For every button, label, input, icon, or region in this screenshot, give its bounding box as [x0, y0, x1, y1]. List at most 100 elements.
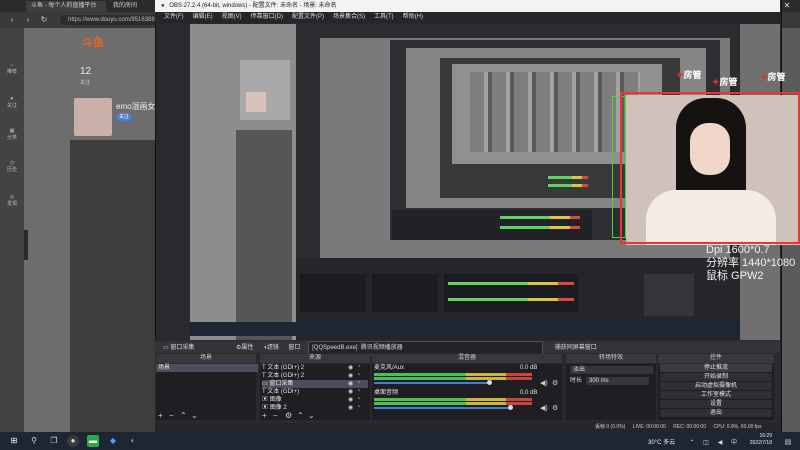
network-icon[interactable]: ◫ — [700, 437, 712, 449]
page-scroll-handle[interactable] — [24, 230, 28, 260]
browser-tab-douyu[interactable]: 斗鱼 - 每个人的直播平台 — [26, 1, 106, 12]
site-logo[interactable]: 斗鱼 — [82, 34, 104, 50]
properties-label: 属性 — [241, 345, 254, 351]
follow-count: 12 — [80, 66, 92, 77]
audio-meter-yellow — [466, 402, 506, 405]
properties-button[interactable]: ⚙属性 — [236, 345, 253, 351]
speaker-icon[interactable]: ◀) — [540, 404, 548, 412]
menu-profile[interactable]: 配置文件(P) — [292, 12, 324, 23]
tray-chevron-icon[interactable]: ⌃ — [686, 437, 698, 449]
scene-item[interactable]: 场景 — [156, 364, 258, 372]
source-settings-icon[interactable]: ⚙ — [285, 411, 292, 420]
transition-select[interactable]: 淡出 — [570, 366, 653, 374]
menu-edit[interactable]: 编辑(E) — [193, 12, 213, 23]
selected-source-bounding-box[interactable] — [620, 92, 800, 244]
remove-scene-icon[interactable]: − — [169, 411, 174, 420]
audio-meter-green — [374, 402, 466, 405]
gear-icon[interactable]: ⚙ — [552, 404, 558, 412]
follow-button[interactable]: 关注 — [116, 114, 132, 121]
wechat-icon[interactable]: ▬ — [87, 435, 99, 447]
add-scene-icon[interactable]: + — [158, 411, 163, 420]
nested-meter-red — [570, 226, 580, 229]
search-icon[interactable]: ⚲ — [28, 435, 40, 447]
duration-input[interactable]: 300 ms — [586, 377, 649, 385]
nav-item-history[interactable]: ◷ 历史 — [4, 160, 20, 173]
exit-button[interactable]: 退出 — [660, 409, 772, 417]
edge-icon[interactable]: ◐ — [127, 435, 139, 447]
menu-file[interactable]: 文件(F) — [164, 12, 184, 23]
sword-icon: ✦ — [760, 72, 768, 82]
nested-meter-red — [558, 298, 574, 301]
ime-icon[interactable]: 中 — [728, 437, 740, 449]
nested-meter-yellow — [572, 176, 582, 179]
visibility-eye-icon[interactable]: ◉ — [348, 404, 353, 411]
move-down-icon[interactable]: ⌄ — [191, 411, 198, 420]
live-timer: LIVE: 00:00:00 — [632, 424, 666, 430]
menu-tools[interactable]: 工具(T) — [374, 12, 394, 23]
task-view-icon[interactable]: ❐ — [48, 435, 60, 447]
obs-icon[interactable]: ● — [67, 435, 79, 447]
nested-avatar — [246, 92, 266, 112]
start-virtual-camera-button[interactable]: 启动虚拟摄像机 — [660, 382, 772, 390]
lock-icon[interactable]: ▫ — [358, 396, 360, 402]
audio-meter-green — [374, 373, 466, 376]
visibility-eye-icon[interactable]: ◉ — [348, 388, 353, 395]
speaker-icon[interactable]: ◀) — [540, 379, 548, 387]
nested-meter-green — [500, 216, 550, 219]
nested-taskbar — [190, 322, 740, 336]
move-up-icon[interactable]: ⌃ — [297, 411, 304, 420]
filters-button[interactable]: ◑滤镜 — [263, 345, 279, 351]
visibility-eye-icon[interactable]: ◉ — [348, 364, 353, 371]
volume-slider-handle[interactable] — [508, 405, 513, 410]
audio-meter-yellow — [466, 377, 506, 380]
window-select[interactable]: [QQSpeedB.exe]: 腾讯视频播放器 — [308, 341, 544, 355]
windows-icon[interactable]: ⊞ — [8, 435, 20, 447]
back-icon[interactable]: ‹ — [6, 14, 18, 26]
nav-label: 发现 — [6, 201, 17, 207]
settings-button[interactable]: 设置 — [660, 400, 772, 408]
stop-streaming-button[interactable]: 停止推流 — [660, 364, 772, 372]
audio-meter-green — [374, 377, 466, 380]
browser-icon[interactable]: ◆ — [107, 435, 119, 447]
refresh-icon[interactable]: ↻ — [38, 14, 50, 26]
audio-meter-yellow — [466, 398, 506, 401]
menu-view[interactable]: 视图(V) — [222, 12, 242, 23]
add-source-icon[interactable]: + — [262, 411, 267, 420]
studio-mode-button[interactable]: 工作室模式 — [660, 391, 772, 399]
lock-icon[interactable]: ▫ — [358, 364, 360, 370]
volume-slider[interactable] — [374, 382, 490, 384]
dropped-frames: 丢帧 0 (0.0%) — [595, 424, 626, 430]
forward-icon[interactable]: › — [22, 14, 34, 26]
visibility-eye-icon[interactable]: ◉ — [348, 380, 353, 387]
clock-date: 2022/7/18 — [749, 440, 772, 446]
nav-item-category[interactable]: ▦ 分类 — [4, 128, 20, 141]
move-down-icon[interactable]: ⌄ — [308, 411, 315, 420]
menu-docks[interactable]: 停靠窗口(D) — [251, 12, 283, 23]
visibility-eye-icon[interactable]: ◉ — [348, 372, 353, 379]
menu-scene-collection[interactable]: 场景集合(S) — [333, 12, 365, 23]
taskbar-clock[interactable]: 16:29 2022/7/18 — [750, 433, 772, 447]
gear-icon[interactable]: ⚙ — [552, 379, 558, 387]
lock-icon[interactable]: ▫ — [358, 404, 360, 410]
visibility-eye-icon[interactable]: ◉ — [348, 396, 353, 403]
menu-help[interactable]: 帮助(H) — [403, 12, 423, 23]
nested-meter-green — [448, 282, 528, 285]
volume-slider[interactable] — [374, 407, 510, 409]
weather-widget[interactable]: 30°C 多云 — [648, 437, 675, 446]
notification-icon[interactable]: ▤ — [782, 437, 794, 449]
lock-icon[interactable]: ▫ — [358, 388, 360, 394]
nested-meter-yellow — [528, 282, 558, 285]
streamer-avatar[interactable] — [74, 98, 112, 136]
nav-item-follow[interactable]: ♥ 关注 — [4, 96, 20, 109]
move-up-icon[interactable]: ⌃ — [180, 411, 187, 420]
window-capture-icon: ▭ — [163, 345, 169, 351]
volume-icon[interactable]: ◀ — [714, 437, 726, 449]
lock-icon[interactable]: ▫ — [358, 380, 360, 386]
start-recording-button[interactable]: 开始录制 — [660, 373, 772, 381]
nav-item-recommend[interactable]: ⌂ 推荐 — [4, 62, 20, 75]
sources-dock-header: 来源 — [260, 354, 370, 363]
follow-count-label: 关注 — [80, 80, 91, 86]
lock-icon[interactable]: ▫ — [358, 372, 360, 378]
nav-item-discover[interactable]: ◎ 发现 — [4, 194, 20, 207]
remove-source-icon[interactable]: − — [273, 411, 278, 420]
